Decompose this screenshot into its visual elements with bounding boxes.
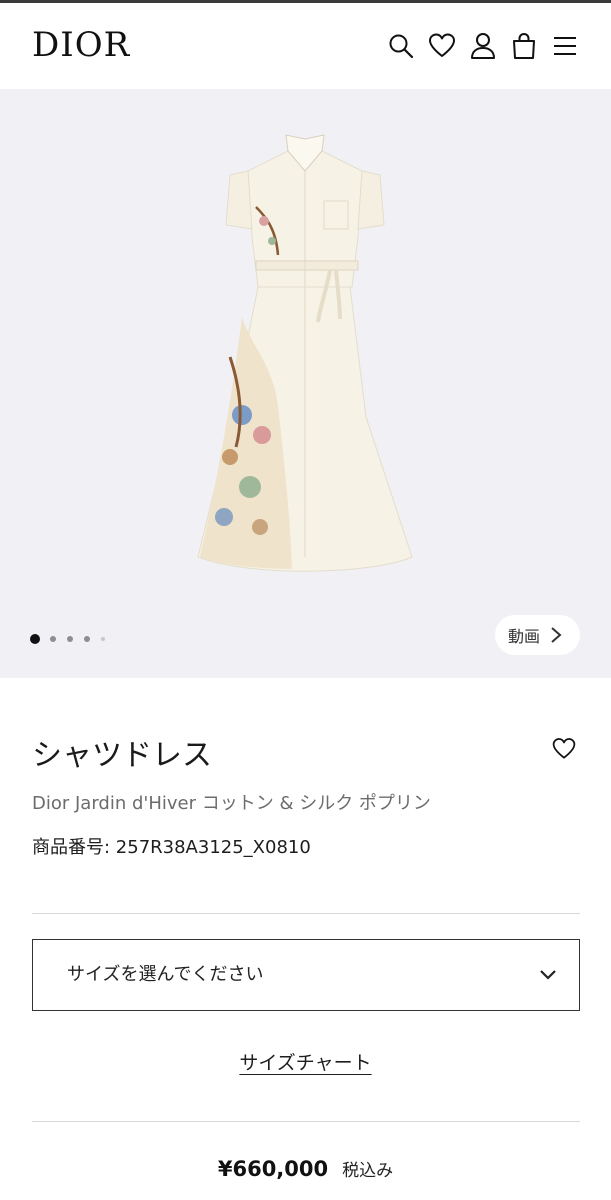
size-chart-row: サイズチャート bbox=[0, 1049, 611, 1078]
pagination-dot[interactable] bbox=[84, 636, 90, 642]
pagination-dot[interactable] bbox=[50, 636, 56, 642]
size-chart-link[interactable]: サイズチャート bbox=[239, 1052, 371, 1074]
wishlist-heart-icon[interactable] bbox=[551, 736, 577, 762]
chevron-down-icon bbox=[540, 970, 556, 980]
product-sku: 商品番号: 257R38A3125_X0810 bbox=[32, 837, 311, 858]
user-icon[interactable] bbox=[468, 31, 498, 61]
gallery-pagination[interactable] bbox=[30, 633, 116, 645]
product-subtitle: Dior Jardin d'Hiver コットン & シルク ポプリン bbox=[32, 793, 431, 814]
dior-logo[interactable]: DIOR bbox=[32, 25, 130, 65]
pagination-dot-active[interactable] bbox=[30, 634, 40, 644]
tax-label: 税込み bbox=[342, 1161, 394, 1181]
product-gallery[interactable]: 動画 bbox=[0, 89, 611, 678]
menu-icon[interactable] bbox=[550, 31, 580, 61]
product-title: シャツドレス bbox=[32, 738, 212, 773]
product-price: ¥660,000 bbox=[217, 1157, 329, 1181]
divider bbox=[32, 913, 580, 914]
size-select[interactable]: サイズを選んでください bbox=[32, 939, 580, 1011]
search-icon[interactable] bbox=[386, 31, 416, 61]
site-header: DIOR bbox=[0, 3, 611, 89]
pagination-dot[interactable] bbox=[67, 636, 73, 642]
bag-icon[interactable] bbox=[509, 31, 539, 61]
heart-icon[interactable] bbox=[427, 31, 457, 61]
size-select-label: サイズを選んでください bbox=[67, 964, 264, 985]
divider bbox=[32, 1121, 580, 1122]
price-row: ¥660,000 税込み bbox=[0, 1153, 611, 1187]
video-button-label: 動画 bbox=[508, 627, 541, 646]
product-image[interactable] bbox=[190, 117, 420, 587]
pagination-dot[interactable] bbox=[101, 637, 105, 641]
chevron-right-icon bbox=[551, 627, 562, 643]
video-button[interactable]: 動画 bbox=[495, 615, 580, 655]
